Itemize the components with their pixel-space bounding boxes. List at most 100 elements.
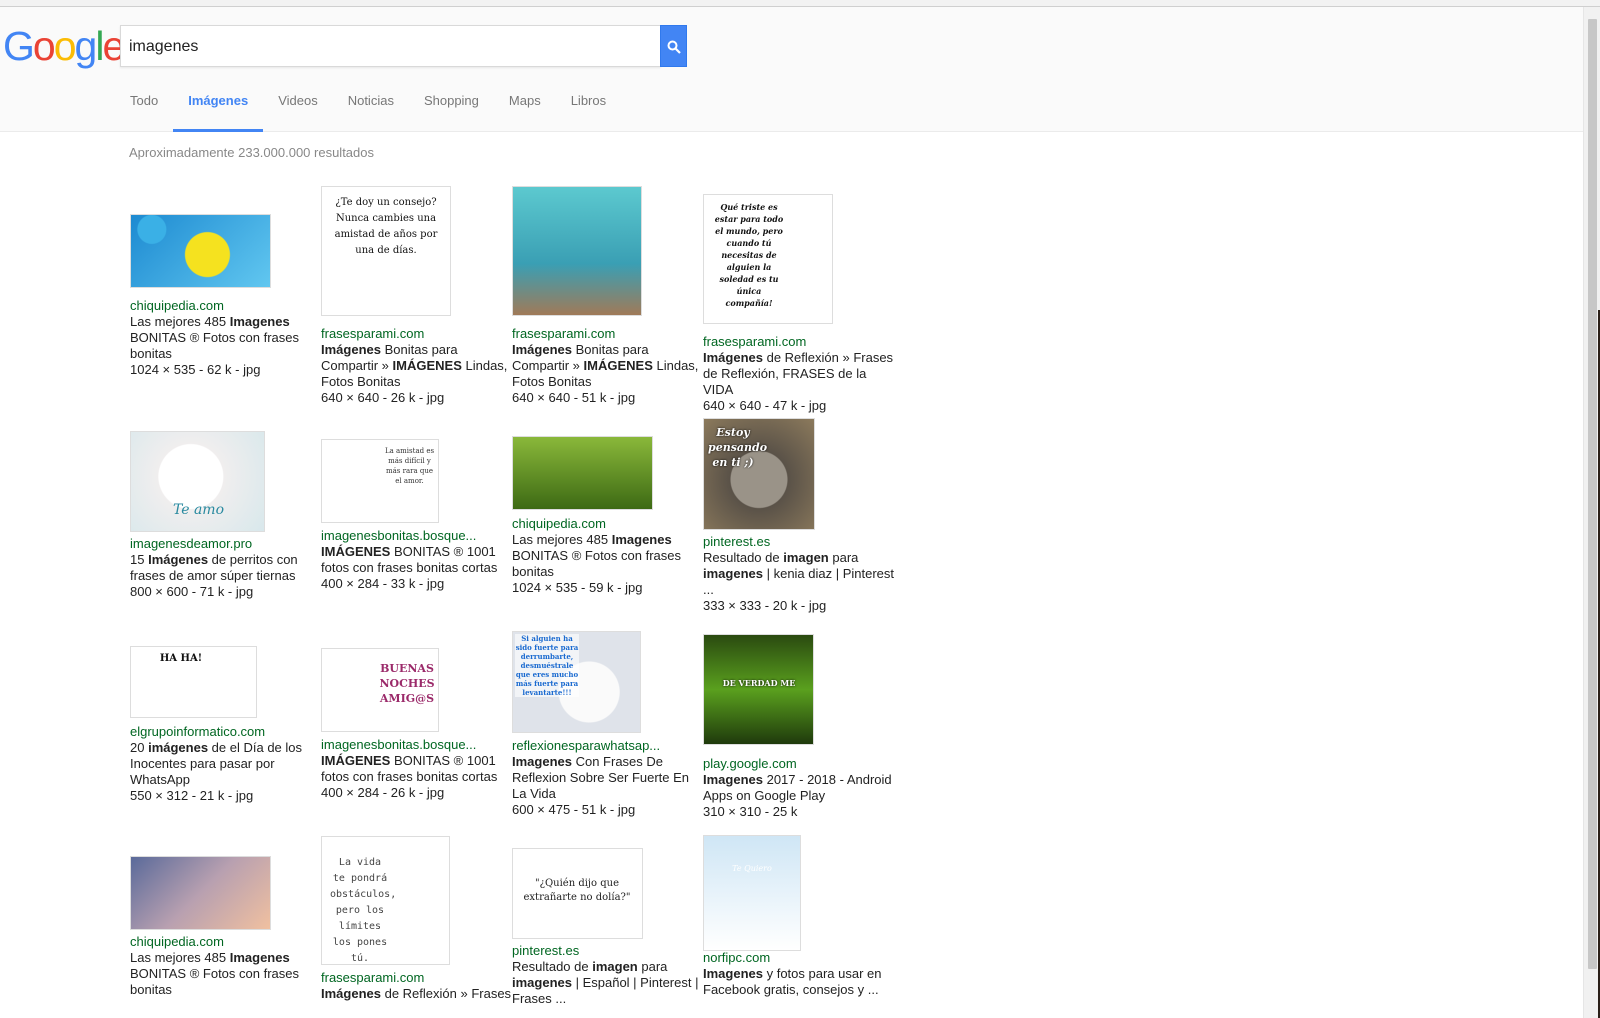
result-thumbnail[interactable]: Te Quiero [703, 835, 801, 951]
result-dimensions: 800 × 600 - 71 k - jpg [130, 584, 254, 599]
tab-noticias[interactable]: Noticias [333, 90, 409, 132]
google-logo[interactable]: Google [3, 23, 125, 69]
thumbnail-caption: Qué triste es estar para todo el mundo, … [714, 202, 784, 308]
result-title[interactable]: Las mejores 485 Imagenes BONITAS ® Fotos… [130, 950, 322, 998]
result-title[interactable]: 15 Imágenes de perritos con frases de am… [130, 552, 322, 584]
result-source[interactable]: reflexionesparawhatsap... [512, 738, 704, 754]
thumbnail-caption: DE VERDAD ME AMAS? O SOLO ME ESTAS COTOR… [722, 678, 796, 688]
result-thumbnail[interactable]: La amistad es más difícil y más rara que… [321, 439, 439, 523]
result-title[interactable]: Resultado de imagen para imagenes | Espa… [512, 959, 704, 1007]
result-title[interactable]: Imágenes Bonitas para Compartir » IMÁGEN… [321, 342, 513, 390]
result-thumbnail[interactable]: Te amo [130, 431, 265, 532]
result-thumbnail[interactable] [512, 186, 642, 316]
page: Google TodoImágenesVideosNoticiasShoppin… [0, 0, 1600, 1018]
result-source[interactable]: frasesparami.com [512, 326, 704, 342]
thumbnail-caption: Te amo [172, 502, 225, 518]
result-dimensions: 400 × 284 - 26 k - jpg [321, 785, 445, 800]
result-source[interactable]: elgrupoinformatico.com [130, 724, 322, 740]
result-thumbnail[interactable] [130, 214, 271, 288]
result-dimensions: 400 × 284 - 33 k - jpg [321, 576, 445, 591]
result-thumbnail[interactable] [512, 436, 653, 510]
result-title[interactable]: Imágenes Bonitas para Compartir » IMÁGEN… [512, 342, 704, 390]
result-thumbnail[interactable]: BUENAS NOCHES AMIG@S [321, 648, 439, 732]
tab-todo[interactable]: Todo [115, 90, 173, 132]
result-title[interactable]: Imagenes 2017 - 2018 - Android Apps on G… [703, 772, 895, 804]
result-meta: imagenesbonitas.bosque... IMÁGENES BONITA… [321, 737, 513, 801]
result-title[interactable]: Las mejores 485 Imagenes BONITAS ® Fotos… [512, 532, 704, 580]
result-source[interactable]: imagenesdeamor.pro [130, 536, 322, 552]
result-thumbnail[interactable]: "¿Quién dijo que extrañarte no dolía?" [512, 848, 643, 939]
result-meta: pinterest.es Resultado de imagen para ima… [703, 534, 895, 614]
thumbnail-caption: La amistad es más difícil y más rara que… [384, 447, 435, 485]
result-source[interactable]: pinterest.es [512, 943, 704, 959]
scrollbar-thumb[interactable] [1588, 19, 1597, 969]
result-meta: frasesparami.com Imágenes Bonitas para Co… [321, 326, 513, 406]
result-thumbnail[interactable] [130, 856, 271, 930]
result-thumbnail[interactable]: HA HA! [130, 646, 257, 718]
thumbnail-caption: "¿Quién dijo que extrañarte no dolía?" [523, 878, 631, 903]
result-title[interactable]: Imágenes de Reflexión » Frases de Reflex… [703, 350, 895, 398]
result-thumbnail[interactable]: Si alguien ha sido fuerte para derrumbar… [512, 631, 641, 733]
result-dimensions: 640 × 640 - 51 k - jpg [512, 390, 636, 405]
result-meta: pinterest.es Resultado de imagen para ima… [512, 943, 704, 1007]
result-meta: frasesparami.com Imágenes de Reflexión » … [703, 334, 895, 414]
result-dimensions: 333 × 333 - 20 k - jpg [703, 598, 827, 613]
result-thumbnail[interactable]: ¿Te doy un consejo? Nunca cambies una am… [321, 186, 451, 316]
result-meta: frasesparami.com Imágenes de Reflexión » … [321, 970, 513, 1002]
result-meta: reflexionesparawhatsap... Imagenes Con Fr… [512, 738, 704, 818]
result-source[interactable]: play.google.com [703, 756, 895, 772]
tab-shopping[interactable]: Shopping [409, 90, 494, 132]
result-title[interactable]: Las mejores 485 Imagenes BONITAS ® Fotos… [130, 314, 322, 362]
result-title[interactable]: IMÁGENES BONITAS ® 1001 fotos con frases… [321, 753, 513, 785]
result-source[interactable]: chiquipedia.com [130, 934, 322, 950]
tab-libros[interactable]: Libros [556, 90, 621, 132]
tab-maps[interactable]: Maps [494, 90, 556, 132]
result-thumbnail[interactable]: Estoy pensando en ti ;) [703, 418, 815, 530]
result-meta: chiquipedia.com Las mejores 485 Imagenes … [130, 298, 322, 378]
search-header: Google TodoImágenesVideosNoticiasShoppin… [0, 7, 1583, 132]
result-title[interactable]: Imagenes y fotos para usar en Facebook g… [703, 966, 895, 998]
result-dimensions: 550 × 312 - 21 k - jpg [130, 788, 254, 803]
result-source[interactable]: imagenesbonitas.bosque... [321, 737, 513, 753]
result-title[interactable]: IMÁGENES BONITAS ® 1001 fotos con frases… [321, 544, 513, 576]
result-source[interactable]: norfipc.com [703, 950, 895, 966]
result-dimensions: 640 × 640 - 47 k - jpg [703, 398, 827, 413]
logo-letter: l [95, 23, 104, 69]
tab-videos[interactable]: Videos [263, 90, 333, 132]
thumbnail-caption: Estoy pensando en ti ;) [708, 426, 768, 469]
result-dimensions: 1024 × 535 - 59 k - jpg [512, 580, 643, 595]
logo-letter: g [74, 23, 98, 69]
result-source[interactable]: frasesparami.com [703, 334, 895, 350]
search-icon [667, 40, 681, 54]
search-box[interactable] [120, 25, 661, 67]
result-source[interactable]: imagenesbonitas.bosque... [321, 528, 513, 544]
result-title[interactable]: 20 imágenes de el Día de los Inocentes p… [130, 740, 322, 788]
result-thumbnail[interactable]: DE VERDAD ME AMAS? O SOLO ME ESTAS COTOR… [703, 634, 814, 745]
result-title[interactable]: Imagenes Con Frases De Reflexion Sobre S… [512, 754, 704, 802]
result-source[interactable]: pinterest.es [703, 534, 895, 550]
result-source[interactable]: frasesparami.com [321, 970, 513, 986]
result-thumbnail[interactable]: La vida te pondrá obstáculos, pero los l… [321, 836, 450, 965]
thumbnail-caption: BUENAS NOCHES AMIG@S [379, 662, 435, 705]
result-meta: norfipc.com Imagenes y fotos para usar en… [703, 950, 895, 998]
result-dimensions: 1024 × 535 - 62 k - jpg [130, 362, 261, 377]
result-meta: play.google.com Imagenes 2017 - 2018 - An… [703, 756, 895, 820]
result-dimensions: 600 × 475 - 51 k - jpg [512, 802, 636, 817]
result-source[interactable]: chiquipedia.com [130, 298, 322, 314]
thumbnail-caption: HA HA! [159, 653, 203, 664]
search-button[interactable] [660, 25, 687, 67]
logo-letter: o [53, 23, 77, 69]
result-dimensions: 640 × 640 - 26 k - jpg [321, 390, 445, 405]
result-meta: imagenesbonitas.bosque... IMÁGENES BONITA… [321, 528, 513, 592]
result-title[interactable]: Imágenes de Reflexión » Frases [321, 986, 513, 1002]
result-meta: imagenesdeamor.pro 15 Imágenes de perrito… [130, 536, 322, 600]
result-thumbnail[interactable]: Qué triste es estar para todo el mundo, … [703, 194, 833, 324]
search-input[interactable] [129, 35, 649, 59]
tab-imagenes[interactable]: Imágenes [173, 90, 264, 132]
result-title[interactable]: Resultado de imagen para imagenes | keni… [703, 550, 895, 598]
result-source[interactable]: frasesparami.com [321, 326, 513, 342]
result-source[interactable]: chiquipedia.com [512, 516, 704, 532]
result-meta: elgrupoinformatico.com 20 imágenes de el … [130, 724, 322, 804]
thumbnail-caption: ¿Te doy un consejo? Nunca cambies una am… [334, 197, 438, 256]
logo-letter: G [3, 23, 35, 69]
